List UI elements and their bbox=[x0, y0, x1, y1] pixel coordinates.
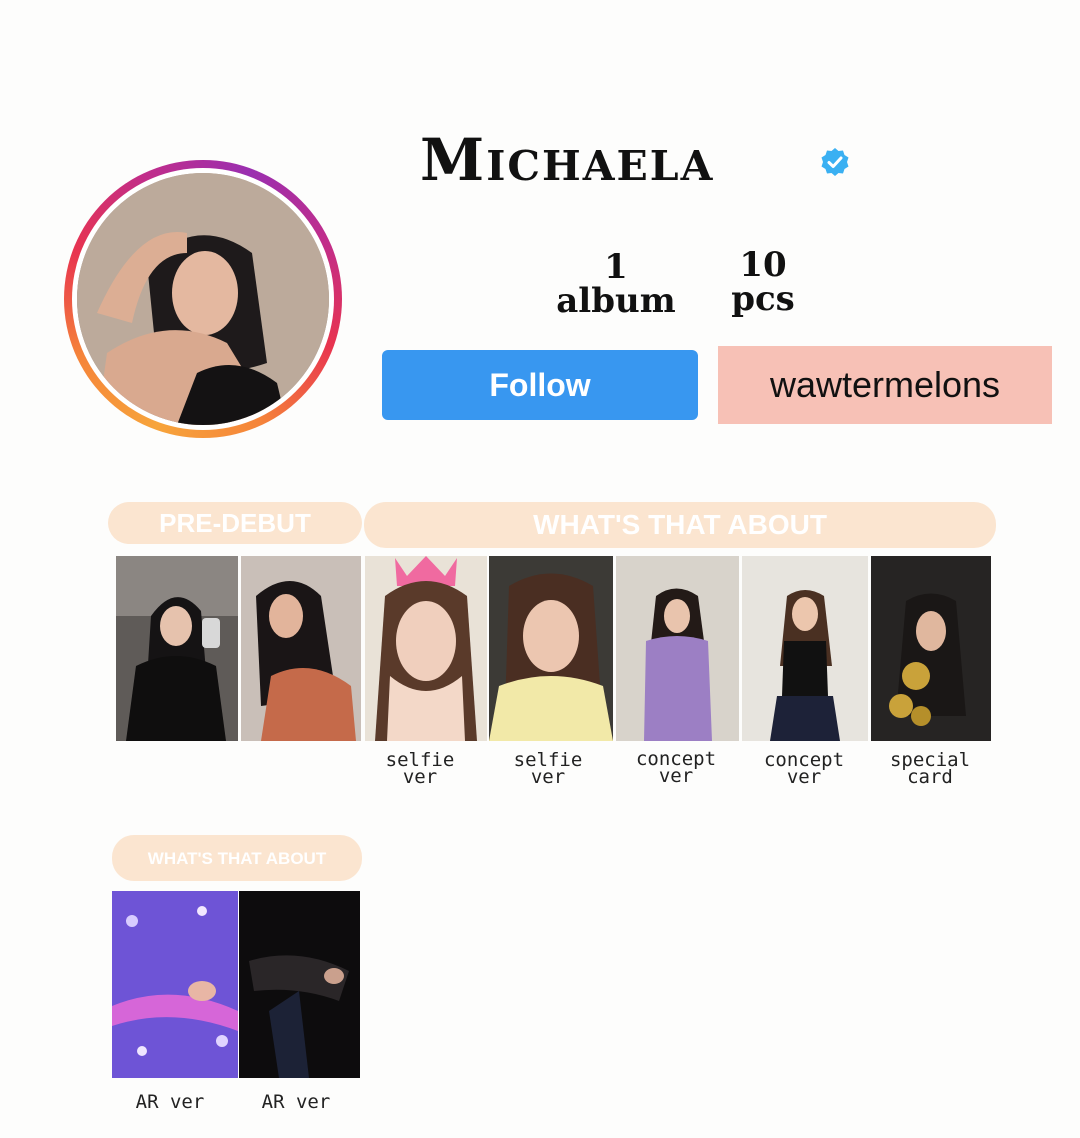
photocard-concept-2[interactable] bbox=[742, 556, 868, 741]
caption-concept-2: concept ver bbox=[763, 749, 845, 788]
photocard-image bbox=[112, 891, 238, 1078]
stat-albums-count: 1 bbox=[604, 247, 628, 287]
caption-special: special card bbox=[889, 749, 971, 788]
stat-pcs-count: 10 bbox=[739, 245, 787, 285]
photocard-image bbox=[241, 556, 361, 741]
caption-selfie-2: selfie ver bbox=[513, 749, 583, 788]
profile-avatar[interactable] bbox=[64, 160, 342, 438]
section-title-album: WHAT'S THAT ABOUT bbox=[364, 502, 996, 548]
photocard-ar-2[interactable] bbox=[239, 891, 360, 1078]
caption-selfie-1: selfie ver bbox=[385, 749, 455, 788]
stat-pcs: 10 pcs bbox=[720, 248, 806, 316]
photocard-predebut-2[interactable] bbox=[241, 556, 361, 741]
photocard-image bbox=[239, 891, 360, 1078]
stat-albums-label: album bbox=[556, 281, 676, 321]
caption-ar-2: AR ver bbox=[261, 1091, 331, 1113]
section-title-predebut: PRE-DEBUT bbox=[108, 502, 362, 544]
avatar-photo bbox=[77, 173, 329, 425]
photocard-image bbox=[616, 556, 739, 741]
photocard-selfie-2[interactable] bbox=[489, 556, 613, 741]
photocard-image bbox=[116, 556, 238, 741]
photocard-special[interactable] bbox=[871, 556, 991, 741]
photocard-concept-1[interactable] bbox=[616, 556, 739, 741]
photocard-image bbox=[742, 556, 868, 741]
section-title-ar: WHAT'S THAT ABOUT bbox=[112, 835, 362, 881]
profile-name: Michaela bbox=[420, 126, 715, 194]
photocard-predebut-1[interactable] bbox=[116, 556, 238, 741]
photocard-image bbox=[365, 556, 487, 741]
avatar-portrait bbox=[77, 173, 329, 425]
username-button[interactable]: wawtermelons bbox=[718, 346, 1052, 424]
caption-ar-1: AR ver bbox=[135, 1091, 205, 1113]
stat-pcs-label: pcs bbox=[731, 279, 795, 319]
photocard-image bbox=[489, 556, 613, 741]
avatar-frame bbox=[72, 168, 334, 430]
photocard-selfie-1[interactable] bbox=[365, 556, 487, 741]
follow-button[interactable]: Follow bbox=[382, 350, 698, 420]
caption-concept-1: concept ver bbox=[635, 748, 717, 787]
stat-albums: 1 album bbox=[548, 250, 684, 318]
verified-badge-icon bbox=[821, 148, 849, 176]
photocard-image bbox=[871, 556, 991, 741]
photocard-ar-1[interactable] bbox=[112, 891, 238, 1078]
